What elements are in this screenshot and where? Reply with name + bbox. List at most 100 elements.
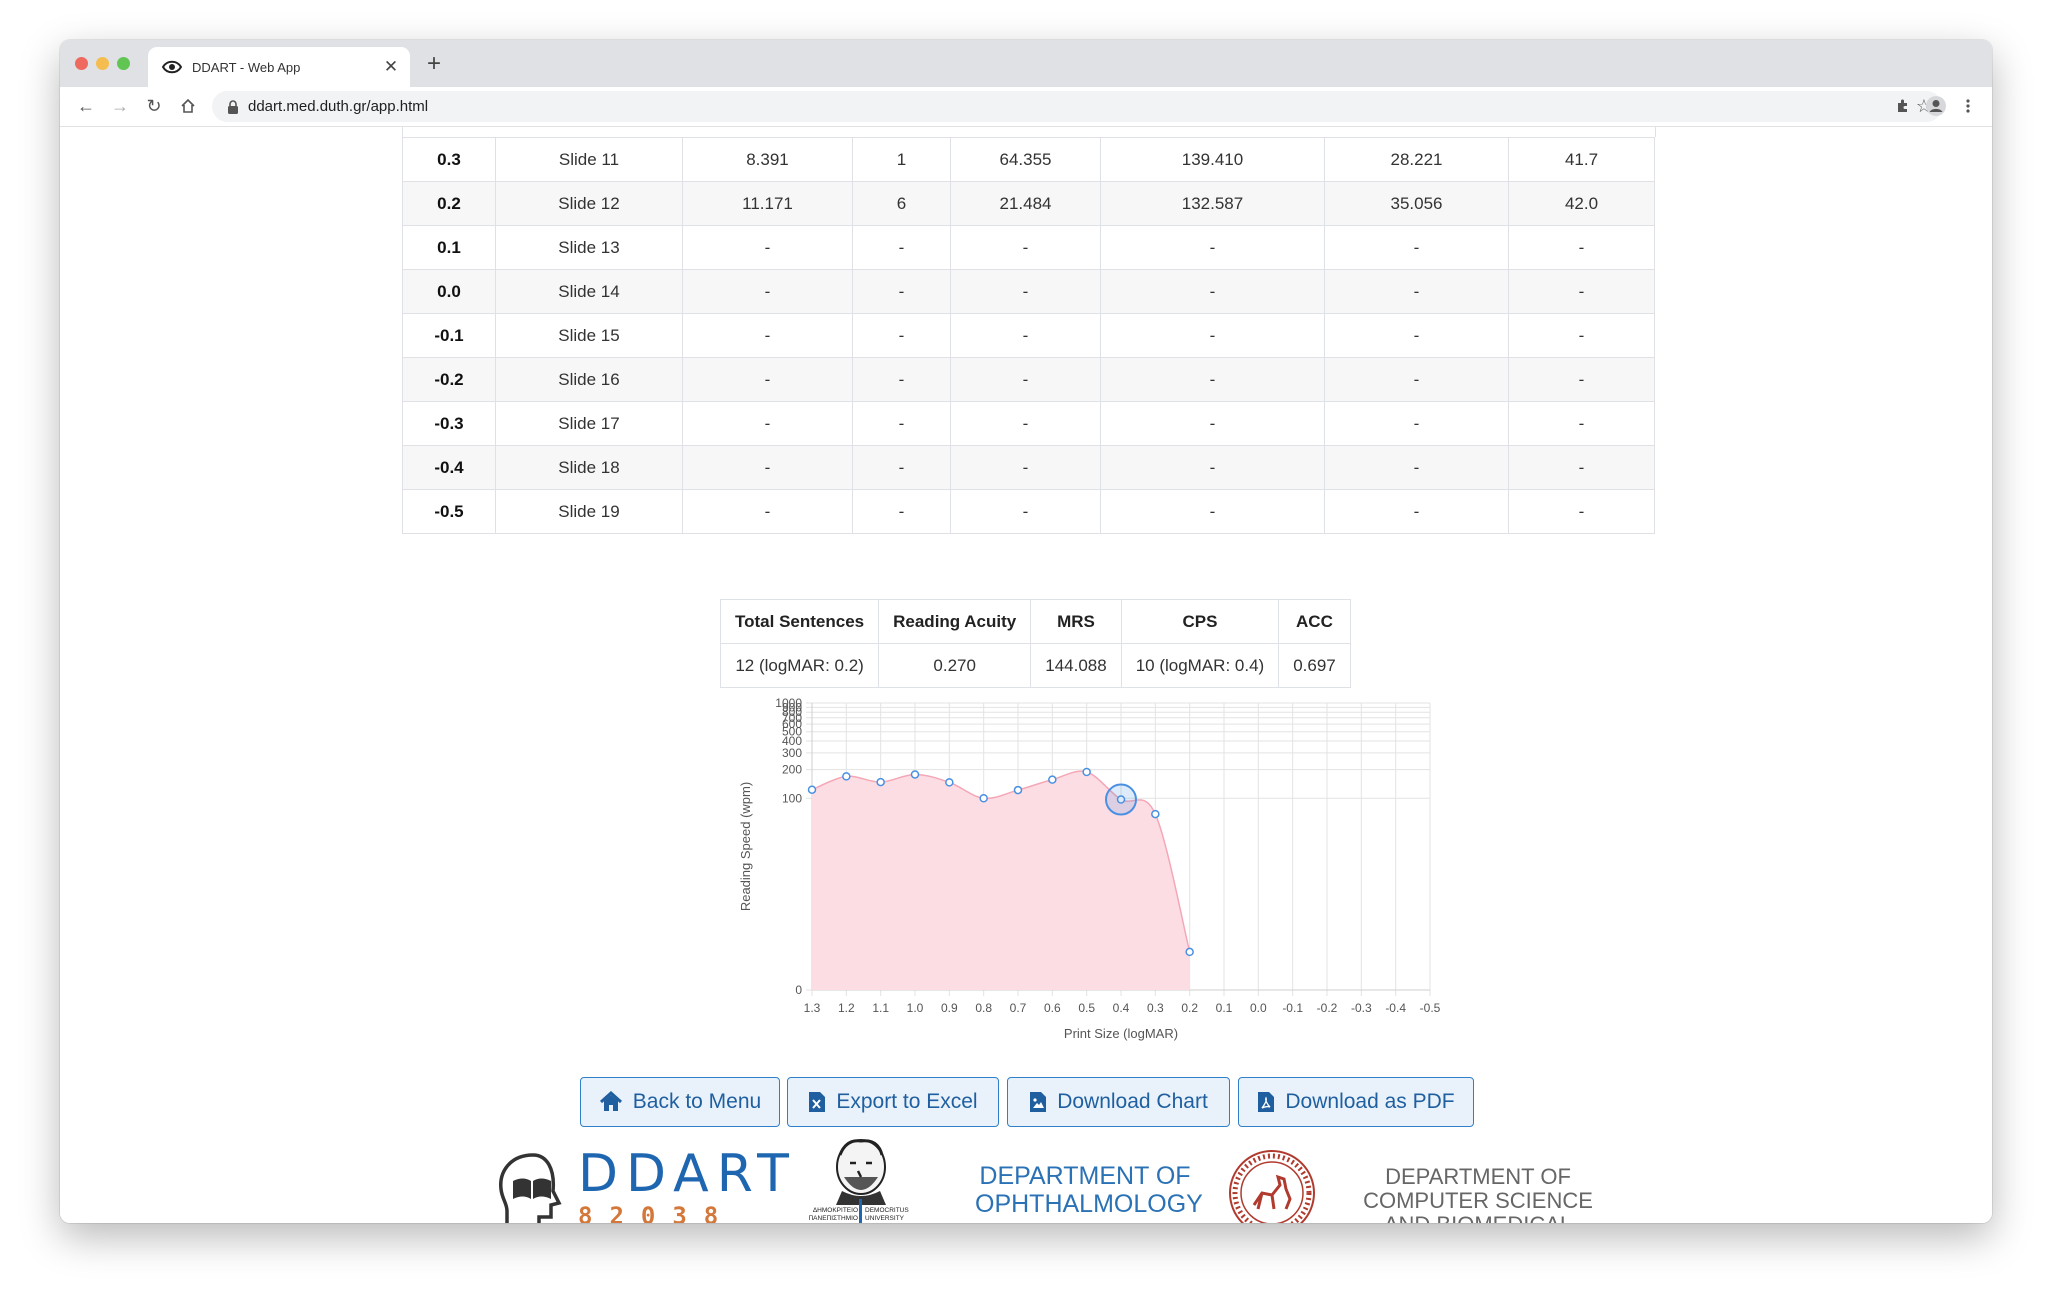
forward-arrow-icon[interactable]: → bbox=[106, 92, 134, 120]
duth-greek-text: ΔΗΜΟΚΡΙΤΕΙΟ ΠΑΝΕΠΙΣΤΗΜΙΟ ΘΡΑΚΗΣ bbox=[808, 1207, 858, 1222]
reload-icon[interactable]: ↻ bbox=[140, 92, 168, 120]
ddart-logo: DDART 82038 bbox=[578, 1144, 797, 1223]
table-cell-c7: - bbox=[1324, 269, 1509, 314]
download-pdf-button[interactable]: Download as PDF bbox=[1238, 1077, 1474, 1127]
summary-value: 144.088 bbox=[1030, 643, 1122, 688]
y-tick-label: 200 bbox=[782, 763, 802, 777]
table-continued-edge bbox=[402, 127, 1656, 137]
table-cell-c4: - bbox=[852, 445, 951, 490]
table-cell-slide: Slide 15 bbox=[495, 313, 683, 358]
table-cell-c8: 41.7 bbox=[1508, 137, 1655, 182]
table-cell-c8: - bbox=[1508, 313, 1655, 358]
table-cell-c5: - bbox=[950, 269, 1101, 314]
x-tick-label: 1.3 bbox=[804, 1001, 821, 1015]
profile-avatar-icon[interactable] bbox=[1923, 93, 1949, 119]
close-window-button[interactable] bbox=[75, 57, 88, 70]
cs-department-text: DEPARTMENT OF COMPUTER SCIENCE AND BIOME… bbox=[1318, 1164, 1638, 1223]
table-cell-c6: - bbox=[1100, 225, 1325, 270]
x-axis-title: Print Size (logMAR) bbox=[1064, 1026, 1178, 1041]
table-row: 0.3 Slide 11 8.391 1 64.355 139.410 28.221 41.7 bbox=[402, 137, 1655, 182]
table-cell-c5: 64.355 bbox=[950, 137, 1101, 182]
x-tick-label: 0.5 bbox=[1078, 1001, 1095, 1015]
table-cell-c6: - bbox=[1100, 313, 1325, 358]
table-cell-c7: - bbox=[1324, 357, 1509, 402]
export-to-excel-button[interactable]: Export to Excel bbox=[787, 1077, 999, 1127]
y-tick-label: 300 bbox=[782, 746, 802, 760]
address-bar[interactable]: ddart.med.duth.gr/app.html ☆ bbox=[212, 91, 1942, 122]
table-cell-c6: - bbox=[1100, 489, 1325, 534]
y-tick-label: 0 bbox=[795, 983, 802, 997]
data-point bbox=[979, 794, 988, 803]
x-tick-label: 0.8 bbox=[975, 1001, 992, 1015]
download-chart-button[interactable]: Download Chart bbox=[1007, 1077, 1230, 1127]
download-chart-label: Download Chart bbox=[1057, 1090, 1208, 1113]
table-cell-c3: - bbox=[682, 489, 853, 534]
table-cell-c7: 28.221 bbox=[1324, 137, 1509, 182]
results-table: 0.3 Slide 11 8.391 1 64.355 139.410 28.221 41.7… bbox=[402, 137, 1655, 534]
back-to-menu-button[interactable]: Back to Menu bbox=[580, 1077, 780, 1127]
table-cell-c3: - bbox=[682, 225, 853, 270]
table-cell-c3: 8.391 bbox=[682, 137, 853, 182]
summary-table: Total Sentences Reading Acuity MRS CPS ACC 1… bbox=[719, 599, 1351, 688]
table-row: -0.4 Slide 18- - - - - - bbox=[402, 445, 1655, 490]
table-cell-c8: - bbox=[1508, 269, 1655, 314]
minimize-window-button[interactable] bbox=[96, 57, 109, 70]
table-cell-slide: Slide 11 bbox=[495, 137, 683, 182]
table-cell-logmar: 0.1 bbox=[402, 225, 496, 270]
x-tick-label: 0.1 bbox=[1216, 1001, 1233, 1015]
table-cell-c3: - bbox=[682, 269, 853, 314]
table-cell-c3: - bbox=[682, 445, 853, 490]
table-cell-c7: - bbox=[1324, 401, 1509, 446]
table-cell-c6: - bbox=[1100, 401, 1325, 446]
tab-close-icon[interactable]: ✕ bbox=[380, 57, 402, 77]
data-point bbox=[1013, 785, 1023, 795]
new-tab-button[interactable]: + bbox=[420, 50, 448, 78]
maximize-window-button[interactable] bbox=[117, 57, 130, 70]
table-cell-slide: Slide 16 bbox=[495, 357, 683, 402]
download-pdf-label: Download as PDF bbox=[1285, 1090, 1455, 1113]
data-point bbox=[1185, 947, 1194, 957]
table-cell-c7: - bbox=[1324, 445, 1509, 490]
y-tick-label: 1000 bbox=[775, 696, 802, 710]
data-point bbox=[1048, 775, 1057, 784]
back-arrow-icon[interactable]: ← bbox=[72, 92, 100, 120]
back-to-menu-label: Back to Menu bbox=[632, 1090, 762, 1113]
x-tick-label: 0.0 bbox=[1250, 1001, 1267, 1015]
x-tick-label: 0.3 bbox=[1147, 1001, 1164, 1015]
extensions-puzzle-icon[interactable] bbox=[1890, 93, 1916, 119]
summary-header: Reading Acuity bbox=[878, 599, 1032, 644]
menu-kebab-icon[interactable] bbox=[1955, 93, 1981, 119]
x-tick-label: 0.7 bbox=[1010, 1001, 1027, 1015]
table-cell-c6: 139.410 bbox=[1100, 137, 1325, 182]
table-cell-c4: - bbox=[852, 401, 951, 446]
table-cell-c5: - bbox=[950, 401, 1101, 446]
x-tick-label: 1.1 bbox=[872, 1001, 889, 1015]
browser-toolbar: ← → ↻ ddart.med.duth.gr/app.html ☆ bbox=[60, 87, 1992, 127]
table-cell-c5: - bbox=[950, 357, 1101, 402]
ddart-logo-sub: 82038 bbox=[578, 1202, 736, 1223]
table-cell-c6: - bbox=[1100, 269, 1325, 314]
browser-tab[interactable]: DDART - Web App ✕ bbox=[148, 47, 410, 87]
ophth-line-2: OPHTHALMOLOGY bbox=[975, 1189, 1203, 1218]
table-row: -0.1 Slide 15- - - - - - bbox=[402, 313, 1655, 358]
table-cell-c8: - bbox=[1508, 489, 1655, 534]
summary-header: MRS bbox=[1030, 599, 1122, 644]
table-cell-c6: - bbox=[1100, 357, 1325, 402]
ddart-logo-text: DDART bbox=[578, 1144, 797, 1204]
summary-value: 0.270 bbox=[878, 643, 1032, 688]
table-cell-c5: 21.484 bbox=[950, 181, 1101, 226]
x-tick-label: 0.4 bbox=[1113, 1001, 1130, 1015]
summary-header: ACC bbox=[1278, 599, 1351, 644]
x-tick-label: -0.2 bbox=[1317, 1001, 1338, 1015]
x-tick-label: -0.4 bbox=[1385, 1001, 1406, 1015]
table-cell-c5: - bbox=[950, 489, 1101, 534]
table-cell-c7: 35.056 bbox=[1324, 181, 1509, 226]
x-tick-label: 1.2 bbox=[838, 1001, 855, 1015]
summary-value: 10 (logMAR: 0.4) bbox=[1120, 643, 1280, 688]
footer-logos: DDART 82038 ΔΗΜΟΚΡΙΤΕΙΟ ΠΑΝΕΠΙΣΤΗΜΙΟ ΘΡΑ… bbox=[60, 1139, 1992, 1223]
table-cell-logmar: -0.2 bbox=[402, 357, 496, 402]
home-icon[interactable] bbox=[174, 92, 202, 120]
table-cell-logmar: 0.3 bbox=[402, 137, 496, 182]
table-row: 0.0 Slide 14- - - - - - bbox=[402, 269, 1655, 314]
table-cell-c3: - bbox=[682, 357, 853, 402]
